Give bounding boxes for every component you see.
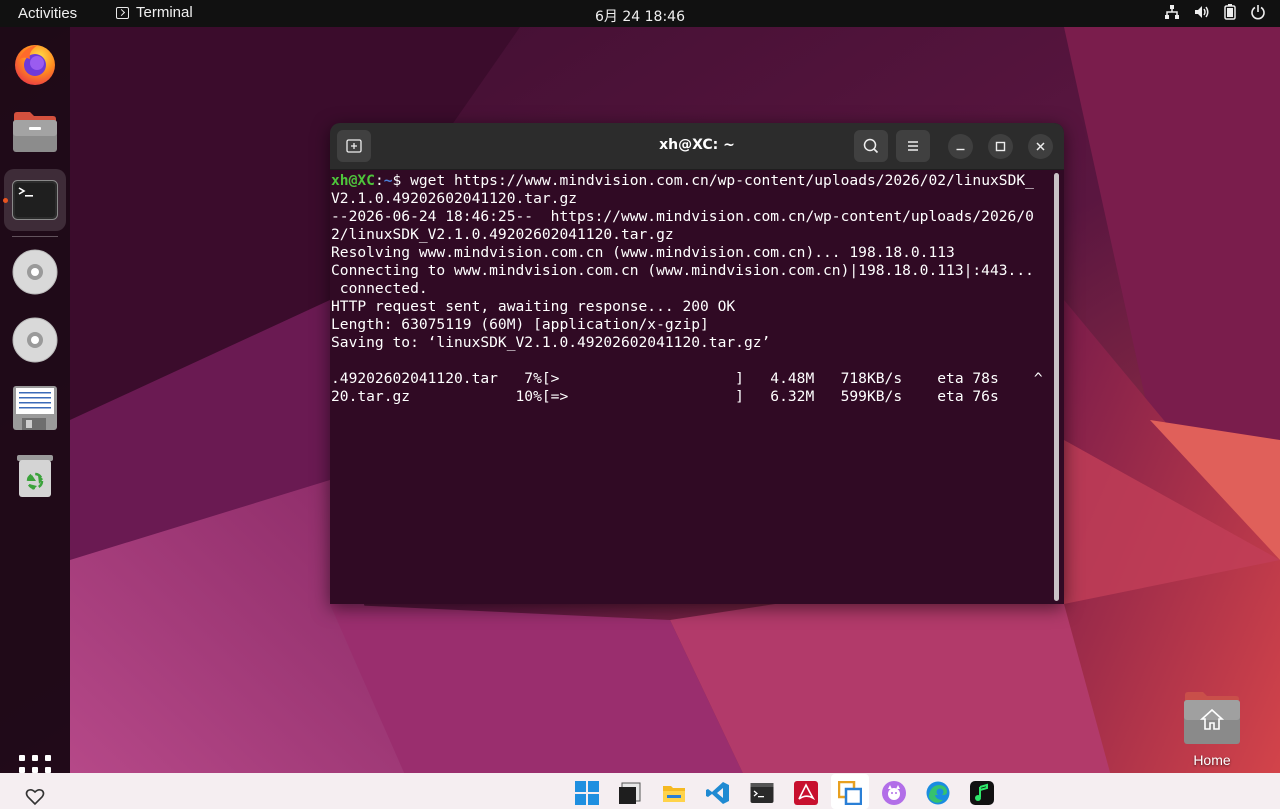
output-line: HTTP request sent, awaiting response... … bbox=[331, 298, 736, 315]
terminal-output[interactable]: xh@XC:~$ wget https://www.mindvision.com… bbox=[331, 172, 1051, 600]
output-line: Length: 63075119 (60M) [application/x-gz… bbox=[331, 316, 709, 333]
new-tab-button[interactable] bbox=[337, 130, 371, 162]
output-line: 2/linuxSDK_V2.1.0.49202602041120.tar.gz bbox=[331, 226, 674, 243]
output-line: --2026-06-24 18:46:25-- https://www.mind… bbox=[331, 208, 1034, 225]
terminal-icon bbox=[116, 6, 129, 19]
clock[interactable]: 6月 24 18:46 bbox=[595, 9, 685, 25]
prompt-dollar: $ bbox=[392, 172, 411, 189]
command-line: xh@XC:~$ wget https://www.mindvision.com… bbox=[331, 172, 1051, 190]
close-icon bbox=[1036, 142, 1045, 151]
dock bbox=[0, 27, 70, 773]
windows-start-icon[interactable] bbox=[575, 781, 599, 805]
edge-icon[interactable] bbox=[926, 781, 950, 805]
remote-desktop-icon[interactable] bbox=[838, 781, 862, 805]
system-tray[interactable] bbox=[1164, 4, 1266, 20]
home-folder-icon[interactable] bbox=[1183, 690, 1241, 746]
floppy-icon bbox=[13, 386, 57, 430]
top-bar: Activities Terminal 6月 24 18:46 bbox=[0, 0, 1280, 27]
dock-item-disc-2[interactable] bbox=[4, 309, 66, 371]
dock-item-trash[interactable] bbox=[4, 445, 66, 507]
new-tab-icon bbox=[346, 139, 362, 153]
terminal-scrollbar[interactable] bbox=[1054, 173, 1059, 601]
pdf-reader-icon[interactable] bbox=[794, 781, 818, 805]
output-line: Connecting to www.mindvision.com.cn (www… bbox=[331, 262, 1034, 279]
hamburger-menu-icon bbox=[908, 141, 918, 151]
progress-line: 20.tar.gz 10%[=> ] 6.32M 599KB/s eta 76s bbox=[331, 388, 999, 405]
cat-app-icon[interactable] bbox=[882, 781, 906, 805]
search-icon bbox=[863, 138, 879, 154]
dock-separator bbox=[12, 236, 58, 237]
running-indicator bbox=[3, 198, 8, 203]
terminal-window[interactable]: xh@XC: ~ xh@XC:~$ wget https://www.mindv… bbox=[330, 123, 1064, 604]
progress-line: .49202602041120.tar 7%[> ] 4.48M 718KB/s… bbox=[331, 370, 1043, 387]
search-button[interactable] bbox=[854, 130, 888, 162]
window-icon[interactable] bbox=[618, 781, 642, 805]
maximize-button[interactable] bbox=[988, 134, 1013, 159]
app-menu-label: Terminal bbox=[136, 4, 193, 21]
network-icon[interactable] bbox=[1164, 4, 1180, 20]
menu-button[interactable] bbox=[896, 130, 930, 162]
dock-item-files[interactable] bbox=[4, 101, 66, 163]
activities-button[interactable]: Activities bbox=[18, 5, 77, 22]
terminal-icon bbox=[12, 180, 58, 220]
output-line: Resolving www.mindvision.com.cn (www.min… bbox=[331, 244, 955, 261]
dock-item-disc-1[interactable] bbox=[4, 241, 66, 303]
vscode-icon[interactable] bbox=[706, 781, 730, 805]
battery-icon[interactable] bbox=[1224, 4, 1236, 20]
music-app-icon[interactable] bbox=[970, 781, 994, 805]
heart-icon[interactable] bbox=[25, 787, 45, 807]
dock-item-floppy[interactable] bbox=[4, 377, 66, 439]
file-explorer-icon[interactable] bbox=[662, 781, 686, 805]
disc-icon bbox=[12, 249, 58, 295]
output-line: ​ bbox=[331, 352, 1051, 370]
terminal-icon[interactable] bbox=[750, 781, 774, 805]
prompt-user: xh@XC bbox=[331, 172, 375, 189]
dock-item-firefox[interactable] bbox=[4, 33, 66, 95]
trash-icon bbox=[17, 455, 53, 497]
volume-icon[interactable] bbox=[1194, 4, 1210, 20]
close-button[interactable] bbox=[1028, 134, 1053, 159]
home-folder-label[interactable]: Home bbox=[1171, 752, 1253, 768]
terminal-headerbar[interactable]: xh@XC: ~ bbox=[330, 123, 1064, 170]
dock-item-terminal[interactable] bbox=[4, 169, 66, 231]
app-menu[interactable]: Terminal bbox=[116, 4, 193, 21]
firefox-icon bbox=[15, 45, 55, 85]
minimize-button[interactable] bbox=[948, 134, 973, 159]
folder-icon bbox=[13, 112, 57, 152]
disc-icon bbox=[12, 317, 58, 363]
command-text: wget https://www.mindvision.com.cn/wp-co… bbox=[410, 172, 1034, 189]
show-apps-grid-icon[interactable] bbox=[19, 755, 51, 773]
window-title: xh@XC: ~ bbox=[659, 137, 735, 153]
output-line: Saving to: ‘linuxSDK_V2.1.0.492026020411… bbox=[331, 334, 771, 351]
bottom-taskbar bbox=[0, 773, 1280, 809]
prompt-separator: : bbox=[374, 172, 384, 189]
power-icon[interactable] bbox=[1250, 4, 1266, 20]
minimize-icon bbox=[956, 148, 965, 151]
maximize-icon bbox=[995, 141, 1006, 152]
output-line: V2.1.0.49202602041120.tar.gz bbox=[331, 190, 578, 207]
prompt-path: ~ bbox=[383, 172, 393, 189]
output-line: connected. bbox=[331, 280, 428, 297]
